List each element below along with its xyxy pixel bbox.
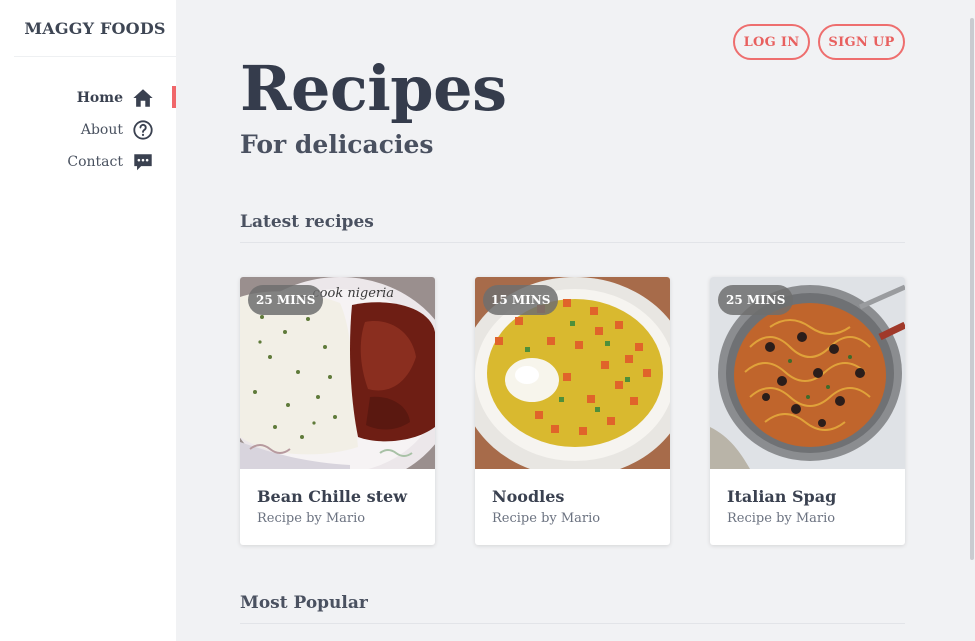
page-subtitle: For delicacies — [240, 130, 434, 159]
home-icon — [132, 87, 154, 109]
recipe-author: Recipe by Mario — [257, 511, 366, 526]
recipe-card[interactable]: ...cook nigeria 25 MINS Bean Chille stew… — [240, 277, 435, 545]
signup-button[interactable]: SIGN UP — [818, 24, 905, 60]
recipe-author: Recipe by Mario — [492, 511, 601, 526]
sidebar-nav: Home About Contact — [0, 82, 176, 178]
time-badge: 15 MINS — [483, 285, 559, 315]
sidebar-item-label: Contact — [67, 154, 123, 170]
time-badge: 25 MINS — [718, 285, 794, 315]
recipe-author: Recipe by Mario — [727, 511, 836, 526]
sidebar-item-label: Home — [76, 90, 123, 106]
chat-icon — [132, 151, 154, 173]
sidebar-item-home[interactable]: Home — [0, 82, 176, 114]
recipe-name: Noodles — [492, 487, 565, 506]
help-circle-icon — [132, 119, 154, 141]
section-heading-latest: Latest recipes — [240, 212, 905, 243]
section-heading-popular: Most Popular — [240, 593, 905, 624]
sidebar-item-contact[interactable]: Contact — [0, 146, 176, 178]
login-button[interactable]: LOG IN — [733, 24, 810, 60]
recipe-card[interactable]: 15 MINS Noodles Recipe by Mario — [475, 277, 670, 545]
sidebar: MAGGY FOODS Home About Contact — [0, 0, 176, 641]
recipe-card[interactable]: 25 MINS Italian Spag Recipe by Mario — [710, 277, 905, 545]
time-badge: 25 MINS — [248, 285, 324, 315]
page-title: Recipes — [240, 52, 507, 125]
scrollbar-thumb[interactable] — [970, 18, 974, 560]
page-scrollbar[interactable] — [969, 0, 975, 641]
recipe-name: Italian Spag — [727, 487, 837, 506]
sidebar-item-about[interactable]: About — [0, 114, 176, 146]
sidebar-item-label: About — [80, 122, 123, 138]
brand-logo[interactable]: MAGGY FOODS — [14, 0, 176, 57]
recipe-name: Bean Chille stew — [257, 487, 407, 506]
